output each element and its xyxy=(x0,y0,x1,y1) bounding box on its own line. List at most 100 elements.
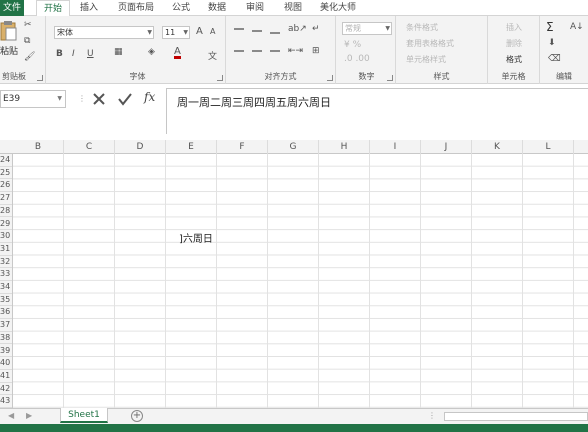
tab-home[interactable]: 开始 xyxy=(36,0,70,17)
cut-icon[interactable]: ✂ xyxy=(24,20,32,30)
grow-font-button[interactable]: A xyxy=(196,26,203,37)
column-header[interactable]: L xyxy=(523,140,574,154)
cell-styles-button[interactable]: 单元格样式 xyxy=(406,54,446,65)
shrink-font-button[interactable]: A xyxy=(210,27,215,36)
row-header[interactable]: 29 xyxy=(0,218,12,231)
font-size-select[interactable]: 11 ▼ xyxy=(162,26,190,39)
row-header[interactable]: 36 xyxy=(0,306,12,320)
underline-button[interactable]: U xyxy=(87,49,94,59)
row-header[interactable]: 33 xyxy=(0,268,12,281)
cell-area[interactable]: ]六周日 xyxy=(13,154,588,408)
column-header[interactable]: C xyxy=(64,140,115,154)
paste-button[interactable]: 粘贴 xyxy=(0,44,18,57)
wrap-text-icon[interactable]: ↵ xyxy=(312,24,320,34)
insert-function-button[interactable]: fx xyxy=(144,90,155,104)
align-middle-icon[interactable] xyxy=(252,30,262,32)
phonetic-button[interactable]: 文 xyxy=(208,49,217,62)
number-format-select[interactable]: 常规 ▼ xyxy=(342,22,392,35)
row-header[interactable]: 37 xyxy=(0,319,12,332)
number-launcher-icon[interactable] xyxy=(387,75,393,81)
row-header[interactable]: 38 xyxy=(0,332,12,345)
paste-icon[interactable] xyxy=(0,20,20,42)
tab-data[interactable]: 数据 xyxy=(202,0,232,16)
next-sheet-icon[interactable]: ▶ xyxy=(26,411,32,420)
tab-review[interactable]: 审阅 xyxy=(240,0,270,16)
merge-center-icon[interactable]: ⊞ xyxy=(312,46,320,56)
excel-window: 文件 开始 插入 页面布局 公式 数据 审阅 视图 美化大师 粘贴 ✂ ⧉ 🖌 … xyxy=(0,0,588,432)
format-cells-button[interactable]: 格式 xyxy=(506,54,522,65)
prev-sheet-icon[interactable]: ◀ xyxy=(8,411,14,420)
decimal-icon[interactable]: .0 .00 xyxy=(344,54,370,64)
fill-color-icon[interactable]: ◈ xyxy=(148,47,155,57)
column-header[interactable]: D xyxy=(115,140,166,154)
align-center-icon[interactable] xyxy=(252,50,262,52)
align-left-icon[interactable] xyxy=(234,50,244,52)
row-header[interactable]: 34 xyxy=(0,281,12,294)
column-header[interactable]: F xyxy=(217,140,268,154)
clear-icon[interactable]: ⌫ xyxy=(548,54,561,64)
sheet-tab-bar: ◀ ▶ Sheet1 + ⋮ xyxy=(0,408,588,424)
row-header[interactable]: 32 xyxy=(0,256,12,269)
row-header[interactable]: 35 xyxy=(0,294,12,307)
split-handle-icon[interactable]: ⋮ xyxy=(428,411,436,420)
fill-icon[interactable]: ⬇ xyxy=(548,38,556,48)
row-header[interactable]: 31 xyxy=(0,243,12,256)
tab-formulas[interactable]: 公式 xyxy=(166,0,196,16)
column-header[interactable]: K xyxy=(472,140,523,154)
indent-icon[interactable]: ⇤⇥ xyxy=(288,46,303,56)
clipboard-launcher-icon[interactable] xyxy=(37,75,43,81)
bold-button[interactable]: B xyxy=(56,49,63,59)
align-right-icon[interactable] xyxy=(270,50,280,52)
number-group: 常规 ▼ ¥ % .0 .00 数字 xyxy=(338,16,396,84)
horizontal-scrollbar[interactable] xyxy=(444,412,588,421)
row-header[interactable]: 26 xyxy=(0,179,12,193)
row-header[interactable]: 40 xyxy=(0,357,12,370)
orientation-icon[interactable]: ab↗ xyxy=(288,24,307,34)
formula-input[interactable]: 周一周二周三周四周五周六周日 xyxy=(166,88,588,134)
add-sheet-button[interactable]: + xyxy=(131,410,143,422)
row-header[interactable]: 24 xyxy=(0,154,12,167)
tab-file[interactable]: 文件 xyxy=(0,0,24,16)
delete-cells-button[interactable]: 删除 xyxy=(506,38,522,49)
cancel-icon[interactable] xyxy=(92,92,106,106)
italic-button[interactable]: I xyxy=(72,49,75,59)
tab-page-layout[interactable]: 页面布局 xyxy=(110,0,162,16)
row-header[interactable]: 41 xyxy=(0,370,12,383)
currency-icon[interactable]: ¥ % xyxy=(344,40,361,50)
font-launcher-icon[interactable] xyxy=(217,75,223,81)
align-bottom-icon[interactable] xyxy=(270,32,280,34)
alignment-launcher-icon[interactable] xyxy=(327,75,333,81)
enter-icon[interactable] xyxy=(118,92,132,106)
format-painter-icon[interactable]: 🖌 xyxy=(24,52,35,62)
name-box[interactable]: E39 ▼ xyxy=(0,90,66,108)
align-top-icon[interactable] xyxy=(234,28,244,30)
column-header[interactable]: B xyxy=(13,140,64,154)
column-header[interactable]: H xyxy=(319,140,370,154)
font-name-select[interactable]: 宋体 ▼ xyxy=(54,26,154,39)
autosum-button[interactable]: Σ xyxy=(546,20,554,34)
sort-filter-icon[interactable]: A↓ xyxy=(570,22,584,32)
column-header[interactable]: E xyxy=(166,140,217,154)
tab-insert[interactable]: 插入 xyxy=(72,0,106,16)
sheet-tab[interactable]: Sheet1 xyxy=(60,408,108,423)
column-header[interactable]: J xyxy=(421,140,472,154)
copy-icon[interactable]: ⧉ xyxy=(24,36,30,46)
conditional-format-button[interactable]: 条件格式 xyxy=(406,22,438,33)
row-header[interactable]: 43 xyxy=(0,395,12,408)
row-header[interactable]: 28 xyxy=(0,205,12,218)
table-format-button[interactable]: 套用表格格式 xyxy=(406,38,454,49)
cell-e39-text[interactable]: ]六周日 xyxy=(179,230,213,245)
borders-icon[interactable]: ▦ xyxy=(114,47,123,57)
row-header[interactable]: 30 xyxy=(0,230,12,243)
tab-view[interactable]: 视图 xyxy=(278,0,308,16)
tab-beautify-master[interactable]: 美化大师 xyxy=(314,0,362,16)
row-header[interactable]: 42 xyxy=(0,383,12,396)
font-color-button[interactable]: A xyxy=(174,47,181,59)
row-header[interactable]: 39 xyxy=(0,345,12,358)
column-header[interactable]: G xyxy=(268,140,319,154)
column-header[interactable]: I xyxy=(370,140,421,154)
insert-cells-button[interactable]: 插入 xyxy=(506,22,522,33)
worksheet-grid[interactable]: BCDEFGHIJKL 24 25 26 27 28 29 30 31 32 33 34 35 36 37… xyxy=(0,140,588,408)
row-header[interactable]: 27 xyxy=(0,192,12,205)
row-header[interactable]: 25 xyxy=(0,167,12,180)
